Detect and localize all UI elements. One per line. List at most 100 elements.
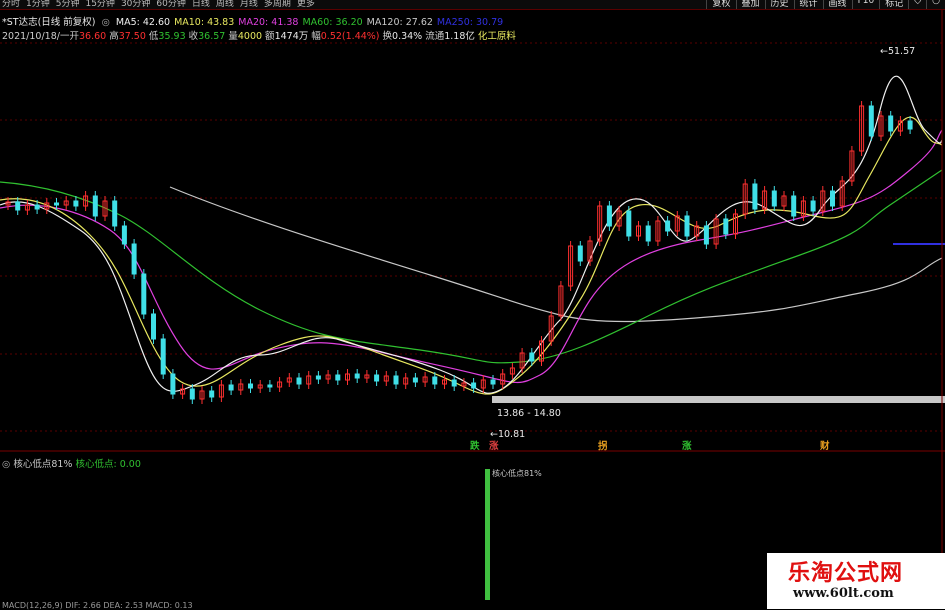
- ma-label-3: MA60: 36.20: [302, 17, 363, 28]
- period-tab-7[interactable]: 周线: [216, 0, 234, 9]
- candle-body-44: [432, 376, 438, 385]
- candle-body-81: [791, 195, 797, 217]
- candlesticks[interactable]: [5, 101, 913, 404]
- candle-body-46: [451, 379, 457, 387]
- candle-body-21: [209, 390, 215, 398]
- open-value: 36.60: [78, 31, 107, 42]
- high-label: 高: [109, 31, 119, 42]
- period-tab-5[interactable]: 60分钟: [156, 0, 185, 9]
- circle-icon[interactable]: ○: [926, 0, 945, 9]
- support-zone-band: [492, 396, 945, 403]
- candle-body-72: [703, 225, 709, 245]
- period-tab-4[interactable]: 30分钟: [121, 0, 150, 9]
- candle-body-23: [228, 384, 234, 391]
- watermark-title: 乐淘公式网: [788, 561, 904, 586]
- diamond-icon[interactable]: ◇: [908, 0, 926, 9]
- amount-value: 1474万: [274, 31, 309, 42]
- candle-body-16: [160, 338, 166, 375]
- tool-buttons: 复权 叠加 历史 统计 画线 F10 标记 ◇ ○: [706, 0, 945, 9]
- candle-body-38: [374, 374, 380, 382]
- candle-body-74: [723, 218, 729, 235]
- candle-body-13: [131, 243, 137, 275]
- period-tab-3[interactable]: 15分钟: [85, 0, 114, 9]
- core-low-bar: [485, 469, 490, 600]
- candle-body-3: [34, 204, 40, 210]
- turnover-label: 换: [382, 31, 393, 42]
- volume-value: 4000: [237, 31, 263, 42]
- bar-info-row: 2021/10/18/一开36.60 高37.50 低35.93 收36.57 量400…: [2, 28, 519, 42]
- indicator-info-row: ◎ 核心低点81% 核心低点: 0.00: [2, 456, 141, 470]
- bar-date: 2021/10/18/一: [2, 31, 70, 42]
- period-tab-9[interactable]: 多周期: [264, 0, 291, 9]
- kline-chart[interactable]: [0, 0, 945, 609]
- candle-body-77: [752, 183, 758, 210]
- ma-label-2: MA20: 41.38: [238, 17, 299, 28]
- candle-body-19: [189, 388, 195, 400]
- watermark-url: www.60lt.com: [793, 586, 894, 601]
- tool-button-2[interactable]: 历史: [764, 0, 794, 9]
- tool-button-0[interactable]: 复权: [706, 0, 735, 9]
- candle-body-11: [112, 200, 118, 227]
- candle-body-48: [471, 382, 477, 389]
- period-tabs: 分时 1分钟 5分钟 15分钟 30分钟 60分钟 日线 周线 月线 多周期 更多: [2, 0, 315, 9]
- candle-body-83: [810, 200, 816, 212]
- period-tab-2[interactable]: 5分钟: [56, 0, 80, 9]
- candle-body-17: [170, 373, 176, 395]
- period-tab-1[interactable]: 1分钟: [26, 0, 50, 9]
- ma5-line: [0, 75, 943, 394]
- candle-body-15: [151, 313, 156, 340]
- tool-button-4[interactable]: 画线: [822, 0, 852, 9]
- indicator-name[interactable]: 核心低点81%: [13, 459, 72, 470]
- range-label: 13.86 - 14.80: [497, 408, 561, 419]
- candle-body-12: [121, 225, 127, 245]
- tool-button-6[interactable]: 标记: [879, 0, 908, 9]
- ma-label-5: MA250: 30.79: [436, 17, 504, 28]
- candle-body-1: [15, 201, 21, 211]
- tool-button-5[interactable]: F10: [851, 0, 880, 9]
- candle-body-7: [73, 200, 79, 207]
- low-value: 35.93: [158, 31, 186, 42]
- period-tab-0[interactable]: 分时: [2, 0, 20, 9]
- tool-button-3[interactable]: 统计: [793, 0, 823, 9]
- ma-labels: MA5: 42.60 MA10: 43.83 MA20: 41.38 MA60: 36…: [116, 17, 507, 28]
- close-label: 收: [188, 31, 199, 42]
- settings-icon[interactable]: ◎: [102, 17, 110, 28]
- period-tab-6[interactable]: 日线: [192, 0, 210, 9]
- moving-average-lines: [0, 75, 943, 395]
- signal-die: 跌: [470, 441, 480, 452]
- period-tab-8[interactable]: 月线: [240, 0, 258, 9]
- period-tab-10[interactable]: 更多: [297, 0, 315, 9]
- candle-body-42: [412, 377, 418, 383]
- candle-body-70: [684, 215, 690, 237]
- candle-body-36: [354, 373, 360, 379]
- indicator-value: 核心低点: 0.00: [75, 459, 141, 470]
- candle-body-54: [529, 352, 535, 362]
- candle-body-64: [626, 210, 632, 237]
- ma-info-row: *ST达志(日线 前复权) ◎ MA5: 42.60 MA10: 43.83 MA2…: [2, 14, 510, 28]
- candle-body-25: [248, 383, 253, 389]
- high-value: 37.50: [118, 31, 146, 42]
- core-low-bar-label: 核心低点81%: [492, 469, 542, 478]
- candle-body-9: [92, 195, 98, 217]
- period-toolbar: 分时 1分钟 5分钟 15分钟 30分钟 60分钟 日线 周线 月线 多周期 更多 复权 叠加 历史 统计…: [0, 0, 945, 10]
- candle-body-89: [868, 105, 874, 137]
- low-label: 低: [148, 31, 159, 42]
- tool-button-1[interactable]: 叠加: [735, 0, 765, 9]
- candle-body-93: [907, 120, 913, 130]
- close-value: 36.57: [198, 31, 226, 42]
- stock-name[interactable]: *ST达志(日线 前复权): [2, 17, 96, 28]
- ma-label-0: MA5: 42.60: [115, 17, 171, 28]
- candle-body-14: [141, 273, 147, 315]
- candle-body-59: [577, 245, 583, 262]
- ma10-line: [0, 116, 943, 395]
- candle-body-5: [54, 202, 59, 206]
- change-label: 幅: [311, 31, 321, 42]
- candle-body-62: [606, 205, 612, 227]
- candle-body-40: [393, 375, 399, 385]
- indicator-settings-icon[interactable]: ◎: [2, 459, 10, 470]
- candle-body-30: [296, 377, 302, 385]
- float-value: 1.18亿: [444, 31, 475, 42]
- change-value: 0.52(1.44%): [320, 31, 380, 42]
- open-label: 开: [69, 31, 79, 42]
- ma120-line: [169, 186, 943, 323]
